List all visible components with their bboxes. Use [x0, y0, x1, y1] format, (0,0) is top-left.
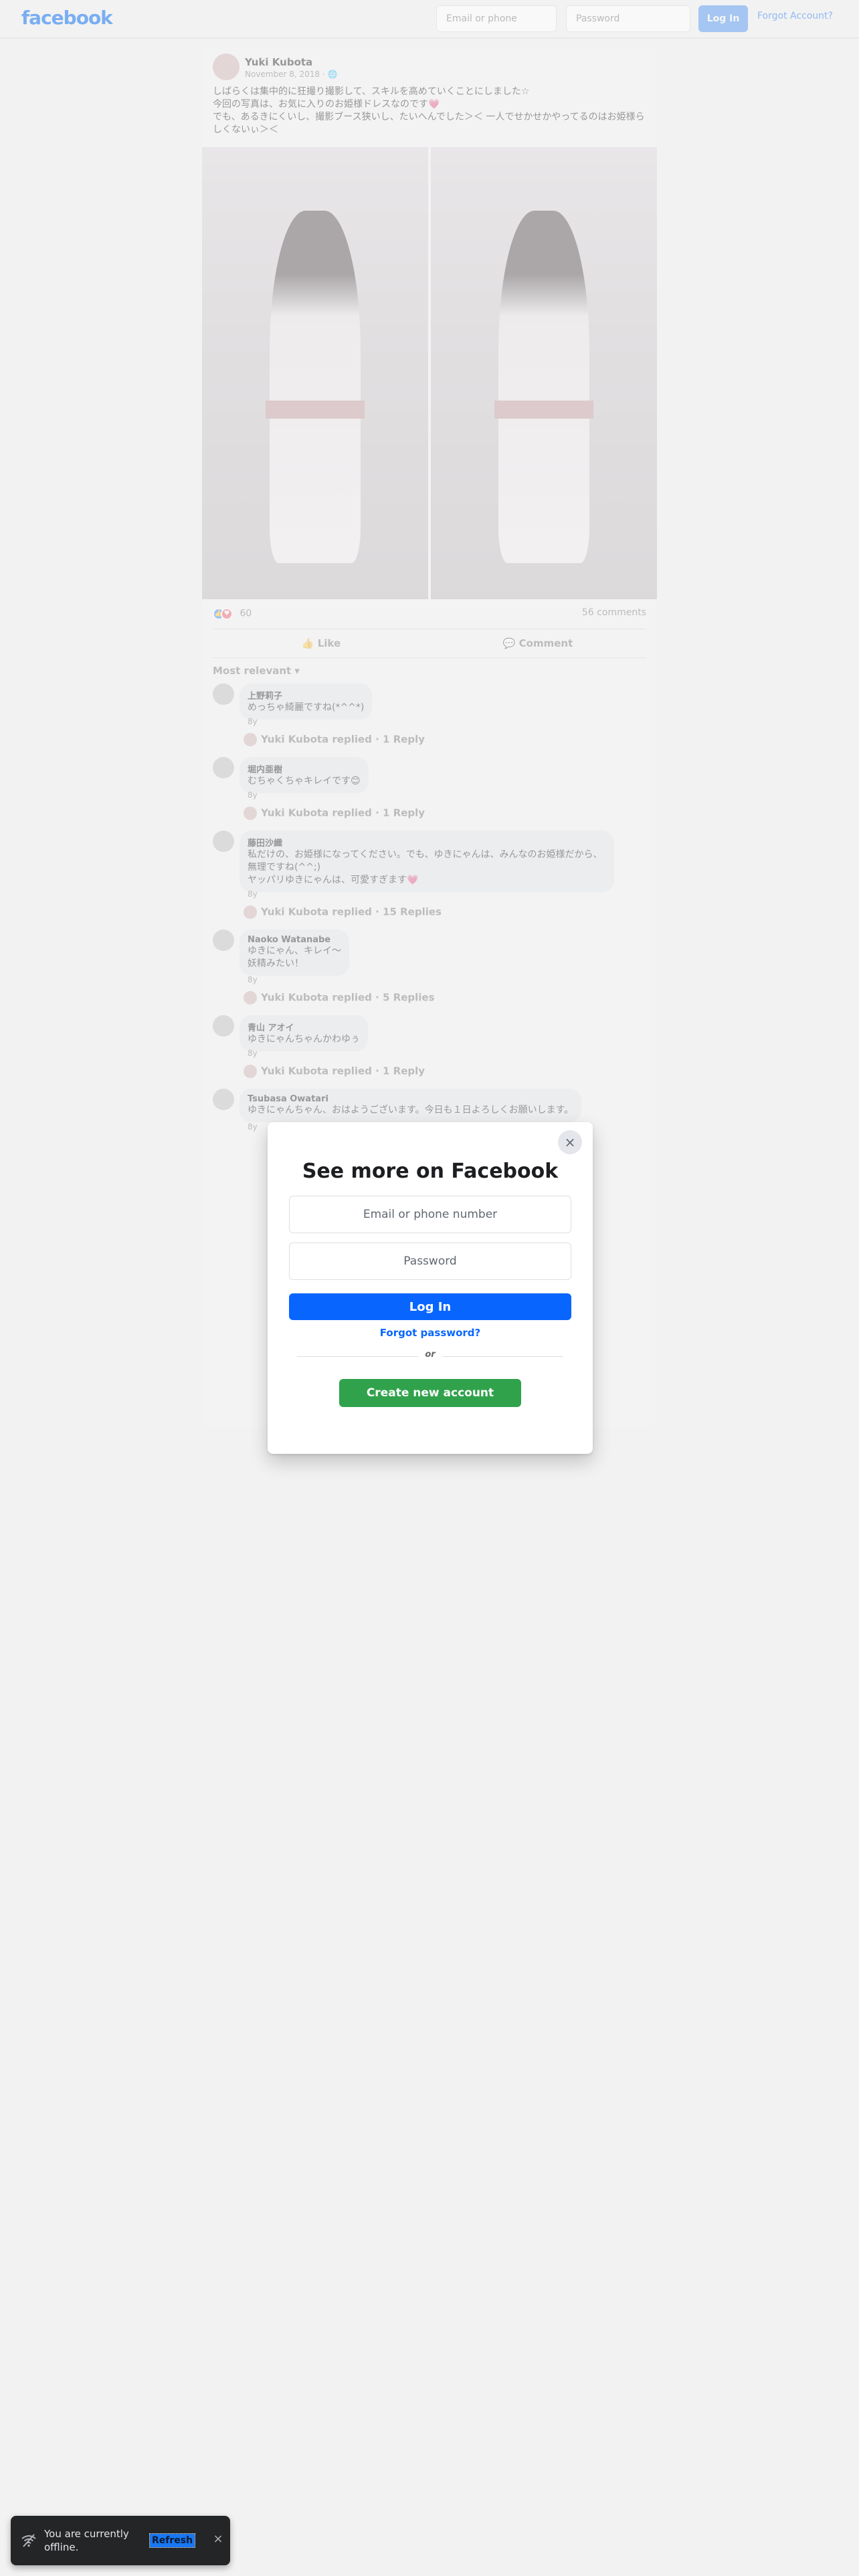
replier-avatar	[244, 733, 257, 746]
password-input[interactable]	[289, 1243, 571, 1280]
author-avatar[interactable]	[213, 53, 240, 80]
forgot-account-link[interactable]: Forgot Account?	[757, 11, 833, 21]
offline-message: You are currently offline.	[44, 2528, 129, 2553]
commenter-avatar[interactable]	[213, 930, 234, 951]
author-name[interactable]: Yuki Kubota	[245, 56, 312, 68]
reactions-summary[interactable]: 👍♥ 60	[213, 607, 252, 620]
replies-label: Yuki Kubota replied · 5 Replies	[261, 991, 435, 1004]
post-photo-2[interactable]	[431, 147, 657, 599]
comment-bubble: Naoko Watanabe ゆきにゃん、キレイ〜 妖精みたい！	[240, 930, 349, 976]
comment-sort-dropdown[interactable]: Most relevant ▾	[213, 665, 300, 677]
view-replies-link[interactable]: Yuki Kubota replied · 1 Reply	[244, 733, 425, 746]
post-photo-1[interactable]	[202, 147, 428, 599]
forgot-password-link[interactable]: Forgot password?	[268, 1327, 593, 1339]
comment-bubble: 藤田沙織 私だけの、お姫様になってください。でも、ゆきにゃんは、みんなのお姫様だ…	[240, 831, 614, 892]
top-email-input[interactable]: Email or phone	[436, 5, 557, 32]
replier-avatar	[244, 807, 257, 820]
commenter-name[interactable]: 青山 アオイ	[248, 1021, 360, 1033]
commenter-avatar[interactable]	[213, 1089, 234, 1110]
comment-age[interactable]: 8y	[248, 717, 258, 726]
login-button[interactable]: Log In	[289, 1293, 571, 1320]
comment-bubble: 上野莉子 めっちゃ綺麗ですね(*^^*)	[240, 683, 373, 720]
comment-label: Comment	[518, 637, 573, 649]
comment-bubble: 青山 アオイ ゆきにゃんちゃんかわゆぅ	[240, 1015, 368, 1051]
replies-label: Yuki Kubota replied · 1 Reply	[261, 807, 425, 819]
email-or-phone-input[interactable]	[289, 1196, 571, 1233]
replies-label: Yuki Kubota replied · 1 Reply	[261, 1065, 425, 1077]
post-text: しばらくは集中的に狂撮り撮影して、スキルを高めていくことにしました☆ 今回の写真…	[213, 86, 645, 135]
like-label: Like	[317, 637, 341, 649]
photo-subject	[270, 210, 361, 563]
photo-subject	[498, 210, 589, 563]
like-button[interactable]: 👍 Like	[213, 629, 430, 657]
photo-detail	[494, 400, 594, 419]
reactions-count: 60	[240, 608, 252, 619]
or-separator: or	[418, 1350, 442, 1360]
post-action-bar: 👍 Like 💬 Comment	[213, 629, 646, 658]
top-login-button[interactable]: Log In	[698, 5, 748, 32]
replies-label: Yuki Kubota replied · 15 Replies	[261, 905, 442, 918]
close-icon[interactable]: ×	[210, 2531, 226, 2547]
refresh-button[interactable]: Refresh	[149, 2533, 196, 2548]
replier-avatar	[244, 905, 257, 919]
top-bar: facebook Email or phone Password Log In …	[0, 0, 859, 37]
photo-detail	[265, 400, 365, 419]
comments-count[interactable]: 56 comments	[582, 607, 646, 618]
facebook-logo[interactable]: facebook	[21, 7, 113, 29]
love-reaction-icon: ♥	[221, 608, 233, 620]
reaction-icons: 👍♥	[213, 607, 233, 620]
replier-avatar	[244, 1065, 257, 1078]
commenter-name[interactable]: 上野莉子	[248, 689, 364, 702]
offline-toast: You are currently offline. Refresh ×	[11, 2516, 230, 2565]
comment-text: ゆきにゃん、キレイ〜 妖精みたい！	[248, 946, 341, 969]
commenter-name[interactable]: Tsubasa Owatari	[248, 1094, 573, 1104]
replies-label: Yuki Kubota replied · 1 Reply	[261, 733, 425, 746]
commenter-avatar[interactable]	[213, 831, 234, 852]
view-replies-link[interactable]: Yuki Kubota replied · 5 Replies	[244, 991, 435, 1004]
comment-age[interactable]: 8y	[248, 790, 258, 800]
commenter-name[interactable]: 藤田沙織	[248, 836, 606, 849]
commenter-avatar[interactable]	[213, 683, 234, 705]
commenter-name[interactable]: 堀内亜樹	[248, 762, 361, 775]
wifi-off-icon	[21, 2534, 36, 2547]
comment-text: 私だけの、お姫様になってください。でも、ゆきにゃんは、みんなのお姫様だから、無理…	[248, 849, 603, 885]
comment-age[interactable]: 8y	[248, 975, 258, 984]
comment-age[interactable]: 8y	[248, 1049, 258, 1058]
comment-icon: 💬	[502, 637, 519, 649]
view-replies-link[interactable]: Yuki Kubota replied · 15 Replies	[244, 905, 442, 919]
comment-age[interactable]: 8y	[248, 1122, 258, 1132]
comment-text: むちゃくちゃキレイです😊	[248, 776, 361, 786]
commenter-avatar[interactable]	[213, 757, 234, 778]
comment-button[interactable]: 💬 Comment	[430, 629, 646, 657]
modal-title: See more on Facebook	[302, 1160, 559, 1183]
like-icon: 👍	[301, 637, 318, 649]
commenter-name[interactable]: Naoko Watanabe	[248, 935, 341, 945]
create-account-button[interactable]: Create new account	[339, 1379, 521, 1407]
post-header: Yuki Kubota November 8, 2018 · 🌐	[213, 53, 641, 86]
comment-text: めっちゃ綺麗ですね(*^^*)	[248, 702, 365, 713]
login-modal: × See more on Facebook Log In Forgot pas…	[268, 1122, 593, 1454]
top-password-input[interactable]: Password	[566, 5, 690, 32]
comment-bubble: Tsubasa Owatari ゆきにゃんちゃん、おはようございます。今日も１日…	[240, 1089, 582, 1122]
view-replies-link[interactable]: Yuki Kubota replied · 1 Reply	[244, 807, 425, 820]
comment-text: ゆきにゃんちゃん、おはようございます。今日も１日よろしくお願いします。	[248, 1105, 574, 1115]
close-icon[interactable]: ×	[558, 1130, 582, 1154]
commenter-avatar[interactable]	[213, 1015, 234, 1037]
view-replies-link[interactable]: Yuki Kubota replied · 1 Reply	[244, 1065, 425, 1078]
comment-age[interactable]: 8y	[248, 889, 258, 899]
comment-text: ゆきにゃんちゃんかわゆぅ	[248, 1034, 360, 1045]
replier-avatar	[244, 991, 257, 1004]
comment-bubble: 堀内亜樹 むちゃくちゃキレイです😊	[240, 757, 369, 793]
post-date[interactable]: November 8, 2018 · 🌐	[245, 70, 337, 79]
